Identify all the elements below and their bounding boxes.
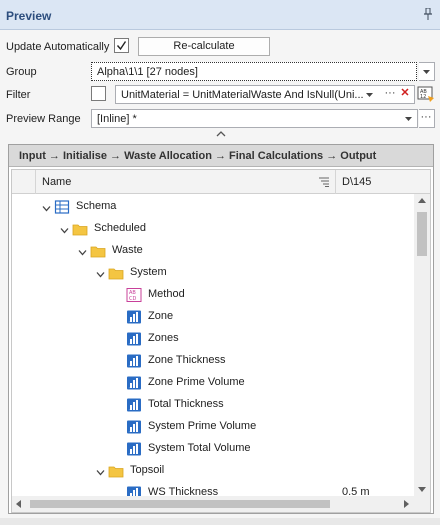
vertical-scrollbar[interactable] bbox=[414, 194, 430, 496]
numeric-field-icon: . bbox=[126, 397, 142, 413]
pipeline-bar: Input → Initialise → Waste Allocation → … bbox=[9, 145, 433, 167]
preview-range-value: [Inline] * bbox=[97, 113, 137, 125]
checkmark-icon bbox=[116, 41, 127, 51]
tree-row-label: Total Thickness bbox=[148, 398, 224, 410]
tree-row-label: Scheduled bbox=[94, 222, 146, 234]
pipeline-text: Input → Initialise → Waste Allocation → … bbox=[19, 150, 377, 162]
tree-row[interactable]: . Zone Thickness bbox=[12, 350, 416, 372]
tree-row-label: Zone Prime Volume bbox=[148, 376, 245, 388]
filter-builder-icon[interactable]: AB 12 bbox=[417, 85, 435, 104]
tree-row[interactable]: . Zone Prime Volume bbox=[12, 372, 416, 394]
chevron-down-icon[interactable] bbox=[362, 86, 378, 103]
preview-range-more-button[interactable]: ··· bbox=[419, 109, 435, 128]
expand-chevron-icon[interactable] bbox=[96, 467, 105, 476]
column-filter-icon[interactable] bbox=[318, 177, 330, 187]
group-select[interactable]: Alpha\1\1 [27 nodes] bbox=[91, 62, 417, 81]
tree-row-label: System Prime Volume bbox=[148, 420, 257, 432]
expand-chevron-icon[interactable] bbox=[42, 203, 51, 212]
tree-row[interactable]: Scheduled bbox=[12, 218, 416, 240]
preview-panel: Input → Initialise → Waste Allocation → … bbox=[8, 144, 434, 514]
grid-header: Name D\145 bbox=[12, 170, 430, 194]
tree-row-label: Zones bbox=[148, 332, 179, 344]
collapse-arrow-icon[interactable] bbox=[216, 129, 226, 137]
recalculate-button[interactable]: Re-calculate bbox=[138, 37, 270, 56]
horizontal-scroll-thumb[interactable] bbox=[30, 500, 330, 508]
tree-row-label: Schema bbox=[76, 200, 117, 212]
filter-more-button[interactable]: ··· bbox=[383, 86, 397, 103]
tree-row[interactable]: . Zone bbox=[12, 306, 416, 328]
svg-text:.: . bbox=[129, 318, 130, 323]
chevron-down-icon[interactable] bbox=[401, 110, 417, 127]
folder-icon bbox=[90, 243, 106, 259]
scroll-right-icon[interactable] bbox=[404, 500, 409, 508]
window-bottom-edge bbox=[0, 518, 440, 525]
filter-expression-input[interactable]: UnitMaterial = UnitMaterialWaste And IsN… bbox=[115, 85, 415, 104]
tree-row-label: Zone bbox=[148, 310, 174, 322]
clear-filter-icon[interactable]: ✕ bbox=[398, 86, 412, 103]
numeric-field-icon: . bbox=[126, 419, 142, 435]
expand-chevron-icon[interactable] bbox=[60, 225, 69, 234]
chevron-down-icon bbox=[419, 63, 434, 80]
group-select-value: Alpha\1\1 [27 nodes] bbox=[97, 66, 198, 78]
pin-icon[interactable] bbox=[422, 7, 434, 22]
more-icon: ··· bbox=[420, 111, 432, 123]
panel-title: Preview bbox=[6, 9, 52, 23]
update-automatically-checkbox[interactable] bbox=[114, 38, 129, 53]
grid-header-corner bbox=[12, 170, 36, 194]
group-dropdown-button[interactable] bbox=[419, 62, 435, 81]
preview-range-label: Preview Range bbox=[6, 113, 81, 125]
filter-label: Filter bbox=[6, 89, 31, 101]
filter-enabled-checkbox[interactable] bbox=[91, 86, 106, 101]
folder-icon bbox=[72, 221, 88, 237]
svg-text:.: . bbox=[129, 340, 130, 345]
svg-text:12: 12 bbox=[420, 94, 426, 100]
scroll-left-icon[interactable] bbox=[16, 500, 21, 508]
tree-row[interactable]: . System Total Volume bbox=[12, 438, 416, 460]
expand-chevron-icon[interactable] bbox=[96, 269, 105, 278]
numeric-field-icon: . bbox=[126, 309, 142, 325]
tree-row-label: System bbox=[130, 266, 167, 278]
svg-text:.: . bbox=[129, 384, 130, 389]
tree-row[interactable]: System bbox=[12, 262, 416, 284]
scroll-down-icon[interactable] bbox=[418, 487, 426, 492]
horizontal-scrollbar[interactable] bbox=[12, 496, 430, 512]
svg-text:.: . bbox=[129, 406, 130, 411]
tree-row-label: Zone Thickness bbox=[148, 354, 226, 366]
tree-row[interactable]: . Zones bbox=[12, 328, 416, 350]
svg-text:.: . bbox=[129, 428, 130, 433]
vertical-scroll-thumb[interactable] bbox=[417, 212, 427, 256]
panel-titlebar: Preview bbox=[0, 0, 440, 30]
tree-row-label: Waste bbox=[112, 244, 143, 256]
table-icon bbox=[54, 199, 70, 215]
text-field-icon: AB CD bbox=[126, 287, 142, 303]
numeric-field-icon: . bbox=[126, 441, 142, 457]
filter-expression-value: UnitMaterial = UnitMaterialWaste And IsN… bbox=[121, 89, 364, 101]
column-header-name[interactable]: Name bbox=[42, 176, 71, 188]
tree-row[interactable]: Waste bbox=[12, 240, 416, 262]
numeric-field-icon: . bbox=[126, 331, 142, 347]
tree-row[interactable]: . System Prime Volume bbox=[12, 416, 416, 438]
group-label: Group bbox=[6, 66, 37, 78]
tree-row[interactable]: . Total Thickness bbox=[12, 394, 416, 416]
preview-tree-grid: Name D\145 Schema Scheduled Waste System AB C… bbox=[11, 169, 431, 513]
update-automatically-label: Update Automatically bbox=[6, 41, 110, 53]
tree-row[interactable]: Topsoil bbox=[12, 460, 416, 482]
svg-text:CD: CD bbox=[129, 296, 136, 302]
numeric-field-icon: . bbox=[126, 375, 142, 391]
column-separator[interactable] bbox=[335, 170, 336, 194]
column-header-value[interactable]: D\145 bbox=[342, 176, 371, 188]
expand-chevron-icon[interactable] bbox=[78, 247, 87, 256]
tree-row-label: Topsoil bbox=[130, 464, 165, 476]
folder-icon bbox=[108, 265, 124, 281]
tree-row-label: System Total Volume bbox=[148, 442, 251, 454]
scroll-up-icon[interactable] bbox=[418, 198, 426, 203]
numeric-field-icon: . bbox=[126, 353, 142, 369]
tree-row[interactable]: AB CD Method bbox=[12, 284, 416, 306]
svg-text:.: . bbox=[129, 362, 130, 367]
tree-row[interactable]: Schema bbox=[12, 196, 416, 218]
svg-text:.: . bbox=[129, 450, 130, 455]
preview-range-select[interactable]: [Inline] * bbox=[91, 109, 418, 128]
folder-icon bbox=[108, 463, 124, 479]
tree-row-label: Method bbox=[148, 288, 185, 300]
